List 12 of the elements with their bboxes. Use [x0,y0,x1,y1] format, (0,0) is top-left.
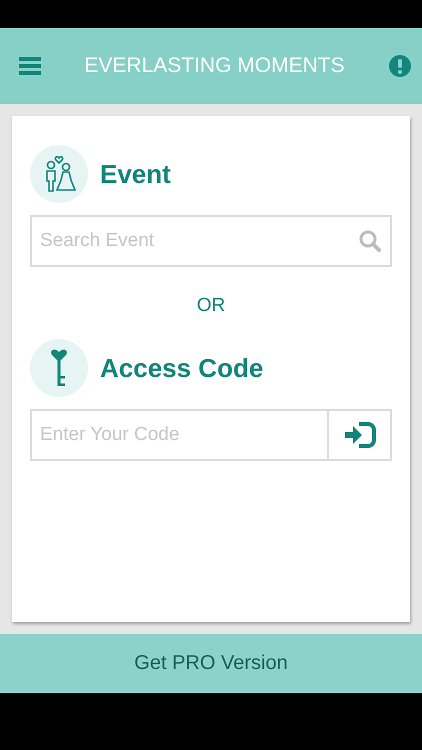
code-input-field[interactable]: Enter Your Code [30,409,327,461]
menu-icon[interactable] [19,56,41,76]
section-heading: Event [100,158,171,190]
section-heading: Access Code [100,352,264,384]
search-field[interactable]: Search Event [30,215,392,267]
alert-icon[interactable] [388,54,412,78]
enter-button[interactable] [327,409,392,461]
search-icon [358,229,382,253]
app-title: EVERLASTING MOMENTS [83,54,346,78]
login-icon [342,421,376,449]
separator-text: OR [196,295,226,317]
pro-version-button[interactable]: Get PRO Version [0,634,422,693]
